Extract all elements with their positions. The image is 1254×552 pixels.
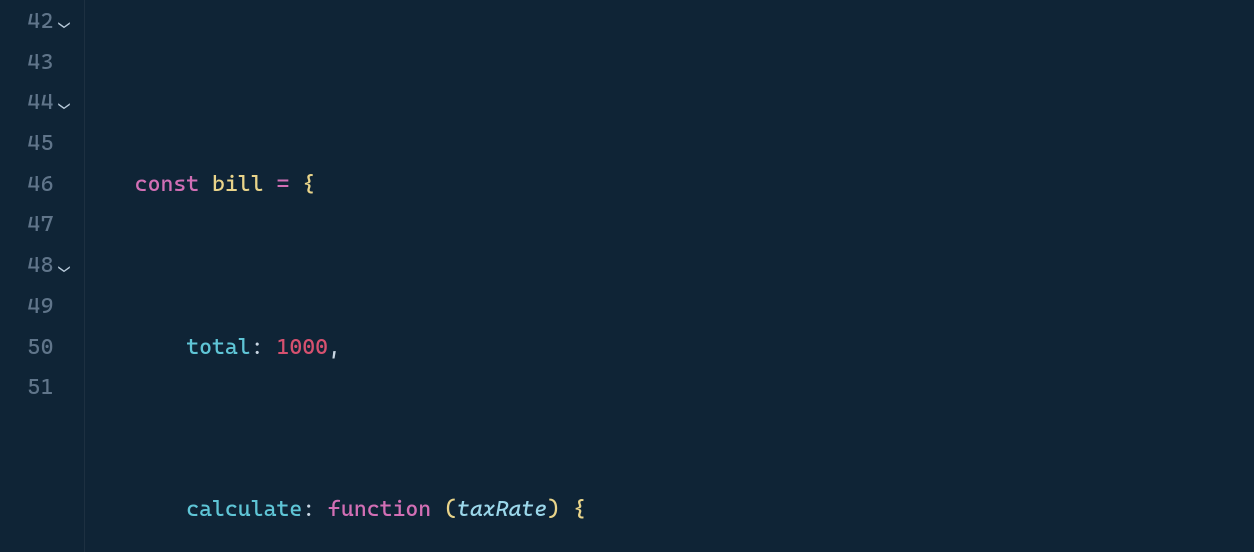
gutter-row: 50 xyxy=(0,328,84,369)
line-number: 47 xyxy=(18,205,54,246)
code-area[interactable]: const bill = { total: 1000, calculate: f… xyxy=(84,0,1254,552)
line-number: 44 xyxy=(18,83,54,124)
gutter-row: 46 xyxy=(0,165,84,206)
fold-icon[interactable]: ⌄ xyxy=(54,7,80,38)
gutter-row: 43 xyxy=(0,43,84,84)
line-number: 48 xyxy=(18,246,54,287)
gutter: 42⌄ 43 44⌄ 45 46 47 48⌄ 49 50 51 xyxy=(0,0,84,552)
gutter-row: 44⌄ xyxy=(0,83,84,124)
fold-icon[interactable]: ⌄ xyxy=(54,88,80,119)
code-line: calculate: function (taxRate) { xyxy=(96,490,1254,531)
line-number: 45 xyxy=(18,124,54,165)
gutter-row: 48⌄ xyxy=(0,246,84,287)
line-number: 50 xyxy=(18,328,54,369)
gutter-row: 51 xyxy=(0,368,84,409)
line-number: 42 xyxy=(18,2,54,43)
gutter-row: 47 xyxy=(0,205,84,246)
line-number: 49 xyxy=(18,287,54,328)
gutter-row: 49 xyxy=(0,287,84,328)
code-line: const bill = { xyxy=(96,165,1254,206)
line-number: 46 xyxy=(18,165,54,206)
line-number: 43 xyxy=(18,43,54,84)
fold-icon[interactable]: ⌄ xyxy=(54,251,80,282)
line-number: 51 xyxy=(18,368,54,409)
gutter-border xyxy=(84,0,85,552)
code-editor[interactable]: 42⌄ 43 44⌄ 45 46 47 48⌄ 49 50 51 const b… xyxy=(0,0,1254,552)
gutter-row: 45 xyxy=(0,124,84,165)
gutter-row: 42⌄ xyxy=(0,2,84,43)
code-line: total: 1000, xyxy=(96,328,1254,369)
